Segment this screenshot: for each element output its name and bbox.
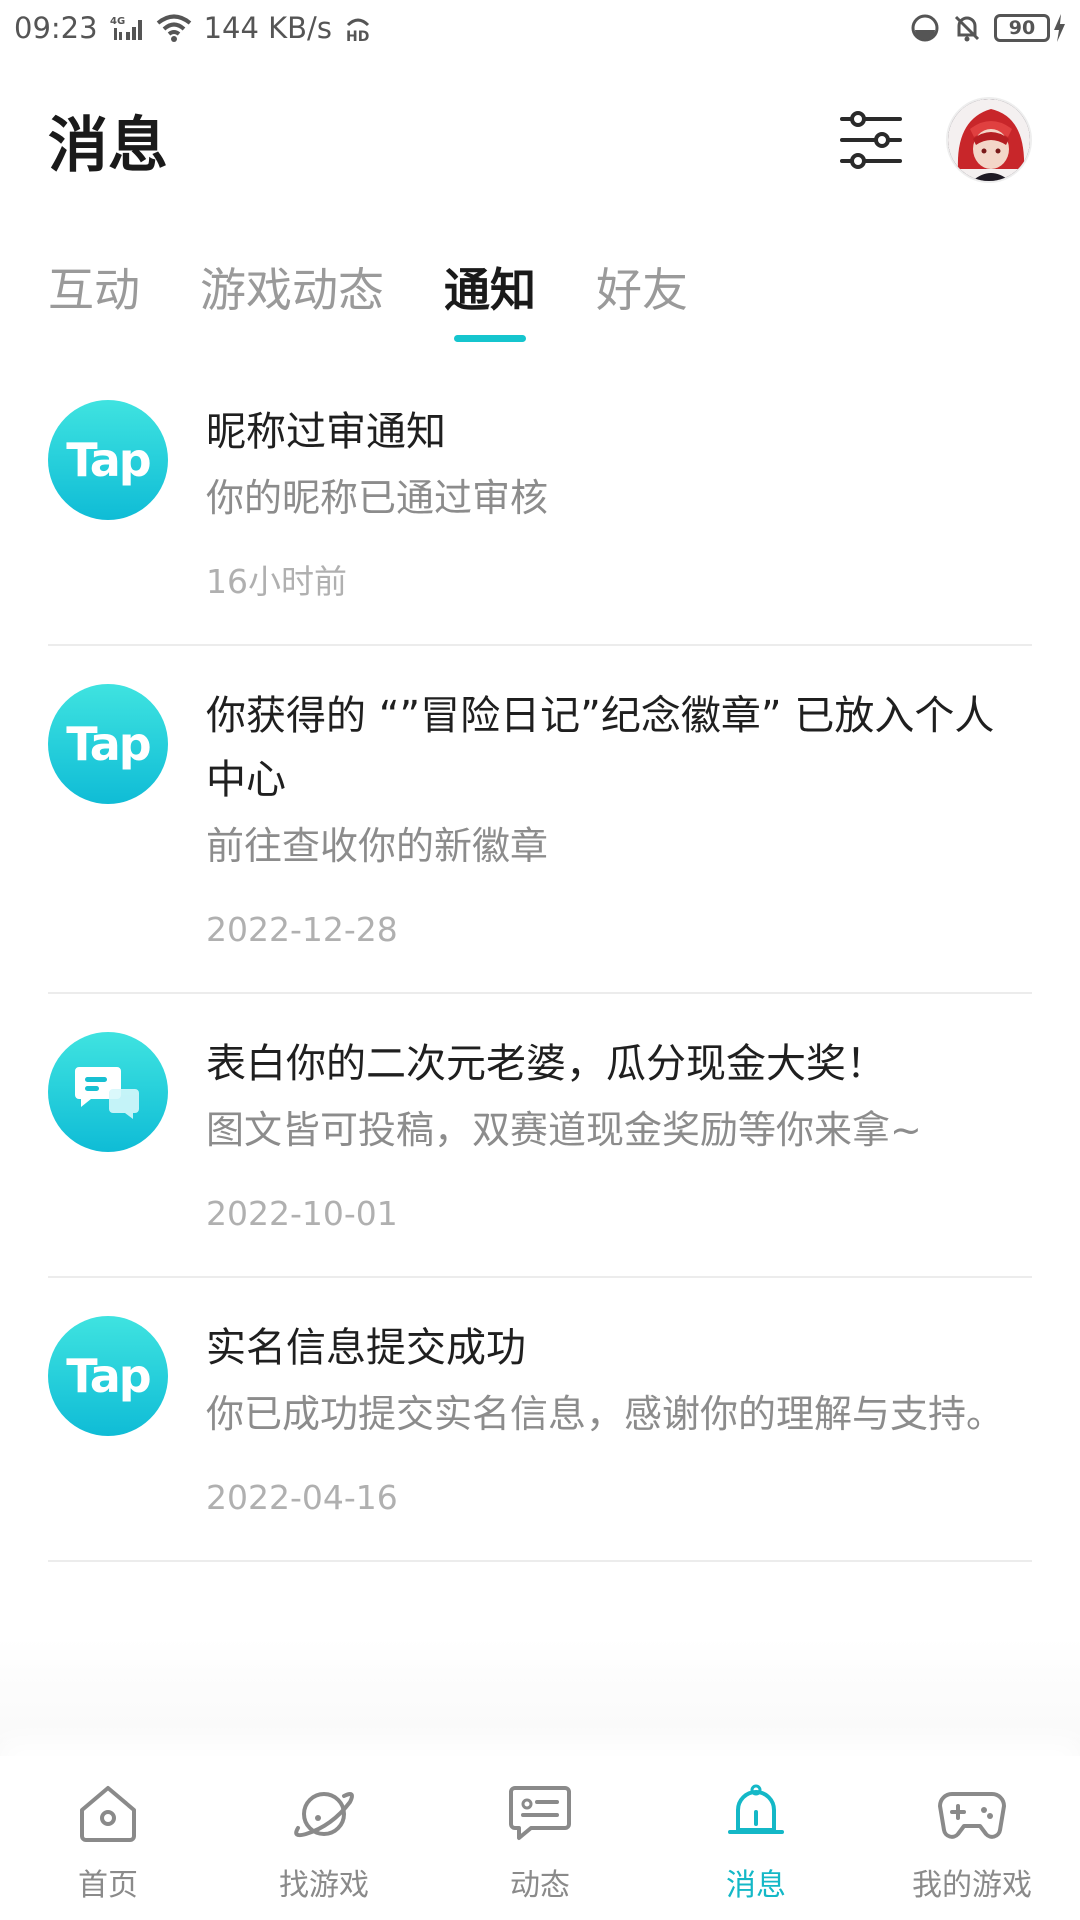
notification-time: 16小时前 (206, 562, 347, 601)
tab-label: 好友 (596, 263, 688, 317)
notification-body: 昵称过审通知 你的昵称已通过审核 16小时前 (206, 400, 1032, 604)
notification-title: 表白你的二次元老婆，瓜分现金大奖！ (206, 1041, 886, 1087)
user-avatar[interactable] (946, 97, 1032, 183)
svg-text:4G: 4G (110, 16, 125, 27)
planet-icon (288, 1778, 360, 1850)
divider (48, 1560, 1032, 1562)
signal-icon: 4G (110, 14, 144, 42)
tab-label: 通知 (444, 263, 536, 317)
notification-time: 2022-12-28 (206, 910, 398, 949)
notification-title: 实名信息提交成功 (206, 1325, 526, 1371)
nav-label: 动态 (510, 1868, 570, 1903)
sliders-icon (840, 111, 902, 169)
status-right: 90 (910, 13, 1066, 43)
status-bar: 09:23 4G 144 KB/s HD 90 (0, 0, 1080, 56)
page-title: 消息 (48, 110, 168, 181)
bottom-nav: 首页 找游戏 动态 消息 我的游戏 (0, 1756, 1080, 1920)
status-left: 09:23 4G 144 KB/s HD (14, 11, 372, 45)
notification-item[interactable]: Tap 实名信息提交成功 你已成功提交实名信息，感谢你的理解与支持。 2022-… (0, 1278, 1080, 1520)
feed-icon (504, 1778, 576, 1850)
tab-notifications[interactable]: 通知 (444, 250, 536, 350)
charging-icon (1054, 14, 1065, 42)
nav-find-games[interactable]: 找游戏 (216, 1756, 432, 1904)
notification-title: 你获得的 “”冒险日记”纪念徽章” 已放入个人中心 (206, 693, 995, 803)
notification-desc: 你已成功提交实名信息，感谢你的理解与支持。 (206, 1392, 1005, 1436)
scroll-fade (0, 1636, 1080, 1756)
tab-bar: 互动 游戏动态 通知 好友 (0, 250, 1080, 360)
do-not-disturb-icon (910, 13, 940, 43)
header-actions (836, 97, 1032, 183)
tab-label: 游戏动态 (200, 263, 384, 317)
filter-button[interactable] (836, 105, 906, 175)
nav-label: 首页 (78, 1868, 138, 1903)
tap-logo-icon: Tap (48, 684, 168, 804)
notification-desc: 图文皆可投稿，双赛道现金奖励等你来拿~ (206, 1108, 922, 1152)
nav-my-games[interactable]: 我的游戏 (864, 1756, 1080, 1904)
active-tab-indicator (454, 335, 526, 342)
wifi-icon (156, 14, 192, 42)
app-screen: 09:23 4G 144 KB/s HD 90 消息 互动 游戏动态 通知 好友… (0, 0, 1080, 1920)
notification-desc: 你的昵称已通过审核 (206, 476, 549, 520)
notification-body: 实名信息提交成功 你已成功提交实名信息，感谢你的理解与支持。 2022-04-1… (206, 1316, 1032, 1520)
svg-text:HD: HD (346, 29, 369, 43)
home-icon (72, 1778, 144, 1850)
battery-level: 90 (994, 14, 1050, 42)
network-speed: 144 KB/s (203, 11, 332, 45)
chat-bubble-icon (48, 1032, 168, 1152)
nav-label: 消息 (726, 1868, 786, 1903)
clock: 09:23 (14, 11, 98, 45)
tab-friends[interactable]: 好友 (596, 250, 688, 350)
notification-body: 表白你的二次元老婆，瓜分现金大奖！ 图文皆可投稿，双赛道现金奖励等你来拿~ 20… (206, 1032, 1032, 1236)
notification-title: 昵称过审通知 (206, 409, 446, 455)
notification-time: 2022-10-01 (206, 1194, 398, 1233)
hd-icon: HD (344, 13, 372, 43)
header: 消息 (0, 80, 1080, 200)
bell-icon (720, 1778, 792, 1850)
tab-label: 互动 (48, 263, 140, 317)
nav-label: 我的游戏 (912, 1868, 1032, 1903)
notification-item[interactable]: Tap 你获得的 “”冒险日记”纪念徽章” 已放入个人中心 前往查收你的新徽章 … (0, 646, 1080, 952)
nav-messages[interactable]: 消息 (648, 1756, 864, 1904)
nav-label: 找游戏 (279, 1868, 369, 1903)
bell-off-icon (952, 13, 982, 43)
notification-time: 2022-04-16 (206, 1478, 398, 1517)
nav-home[interactable]: 首页 (0, 1756, 216, 1904)
avatar-image (948, 99, 1030, 181)
tab-game-news[interactable]: 游戏动态 (200, 250, 384, 350)
tap-logo-icon: Tap (48, 1316, 168, 1436)
nav-feed[interactable]: 动态 (432, 1756, 648, 1904)
notification-list: Tap 昵称过审通知 你的昵称已通过审核 16小时前 Tap 你获得的 “”冒险… (0, 380, 1080, 1562)
gamepad-icon (936, 1778, 1008, 1850)
notification-item[interactable]: Tap 昵称过审通知 你的昵称已通过审核 16小时前 (0, 380, 1080, 604)
tap-logo-icon: Tap (48, 400, 168, 520)
tab-interaction[interactable]: 互动 (48, 250, 140, 350)
notification-body: 你获得的 “”冒险日记”纪念徽章” 已放入个人中心 前往查收你的新徽章 2022… (206, 684, 1032, 952)
notification-desc: 前往查收你的新徽章 (206, 824, 549, 868)
notification-item[interactable]: 表白你的二次元老婆，瓜分现金大奖！ 图文皆可投稿，双赛道现金奖励等你来拿~ 20… (0, 994, 1080, 1236)
battery-icon: 90 (994, 14, 1066, 42)
